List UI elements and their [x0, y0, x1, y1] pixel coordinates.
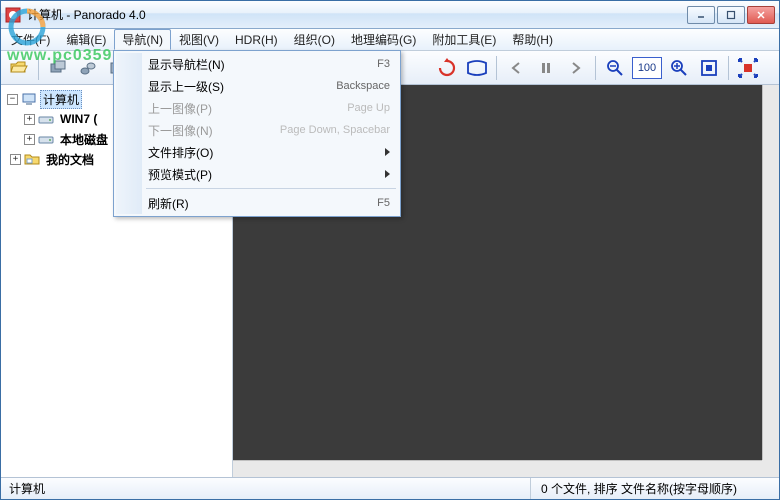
- tree-item-label[interactable]: 本地磁盘: [57, 130, 111, 149]
- menu-bar: 文件(F) 编辑(E) 导航(N) 视图(V) HDR(H) 组织(O) 地理编…: [1, 29, 779, 51]
- submenu-arrow-icon: [385, 148, 390, 156]
- nav-dropdown: 显示导航栏(N) F3 显示上一级(S) Backspace 上一图像(P) P…: [113, 50, 401, 217]
- window-title: 计算机 - Panorado 4.0: [27, 6, 687, 23]
- tool-button-2[interactable]: [74, 54, 102, 82]
- folder-icon: [24, 151, 40, 167]
- pause-button[interactable]: [532, 54, 560, 82]
- zoom-in-button[interactable]: [665, 54, 693, 82]
- dd-show-parent[interactable]: 显示上一级(S) Backspace: [116, 75, 398, 97]
- zoom-value[interactable]: 100: [632, 57, 662, 79]
- status-right: 0 个文件, 排序 文件名称(按字母顺序): [531, 480, 771, 497]
- app-icon: [5, 7, 21, 23]
- status-left: 计算机: [9, 478, 531, 499]
- submenu-arrow-icon: [385, 170, 390, 178]
- close-button[interactable]: [747, 6, 775, 24]
- horizontal-scrollbar[interactable]: [233, 460, 762, 477]
- expand-icon[interactable]: +: [24, 134, 35, 145]
- menu-file[interactable]: 文件(F): [3, 29, 58, 50]
- title-bar: 计算机 - Panorado 4.0: [1, 1, 779, 29]
- expand-icon[interactable]: +: [10, 154, 21, 165]
- next-button[interactable]: [562, 54, 590, 82]
- projection-button[interactable]: [463, 54, 491, 82]
- collapse-icon[interactable]: −: [7, 94, 18, 105]
- scroll-corner: [762, 460, 779, 477]
- menu-edit[interactable]: 编辑(E): [58, 29, 114, 50]
- prev-button[interactable]: [502, 54, 530, 82]
- dd-preview-mode[interactable]: 预览模式(P): [116, 163, 398, 185]
- dd-next-image: 下一图像(N) Page Down, Spacebar: [116, 119, 398, 141]
- computer-icon: [21, 91, 37, 107]
- menu-hdr[interactable]: HDR(H): [227, 29, 286, 50]
- menu-nav[interactable]: 导航(N): [114, 29, 171, 50]
- fit-screen-button[interactable]: [695, 54, 723, 82]
- menu-geo[interactable]: 地理编码(G): [343, 29, 424, 50]
- rotate-button[interactable]: [433, 54, 461, 82]
- menu-help[interactable]: 帮助(H): [504, 29, 561, 50]
- zoom-out-button[interactable]: [601, 54, 629, 82]
- dd-separator: [146, 188, 396, 189]
- dd-sort[interactable]: 文件排序(O): [116, 141, 398, 163]
- dd-refresh[interactable]: 刷新(R) F5: [116, 192, 398, 214]
- expand-icon[interactable]: +: [24, 114, 35, 125]
- dd-prev-image: 上一图像(P) Page Up: [116, 97, 398, 119]
- drive-icon: [38, 131, 54, 147]
- menu-org[interactable]: 组织(O): [286, 29, 343, 50]
- fullscreen-button[interactable]: [734, 54, 762, 82]
- tree-item-label[interactable]: 我的文档: [43, 150, 97, 169]
- maximize-button[interactable]: [717, 6, 745, 24]
- vertical-scrollbar[interactable]: [762, 85, 779, 477]
- open-button[interactable]: [5, 54, 33, 82]
- tree-item-label[interactable]: WIN7 (: [57, 111, 100, 127]
- minimize-button[interactable]: [687, 6, 715, 24]
- tree-root-label[interactable]: 计算机: [40, 90, 82, 109]
- tool-button-1[interactable]: [44, 54, 72, 82]
- dd-show-navbar[interactable]: 显示导航栏(N) F3: [116, 53, 398, 75]
- drive-icon: [38, 111, 54, 127]
- menu-view[interactable]: 视图(V): [171, 29, 227, 50]
- status-bar: 计算机 0 个文件, 排序 文件名称(按字母顺序): [1, 477, 779, 499]
- menu-extra[interactable]: 附加工具(E): [424, 29, 504, 50]
